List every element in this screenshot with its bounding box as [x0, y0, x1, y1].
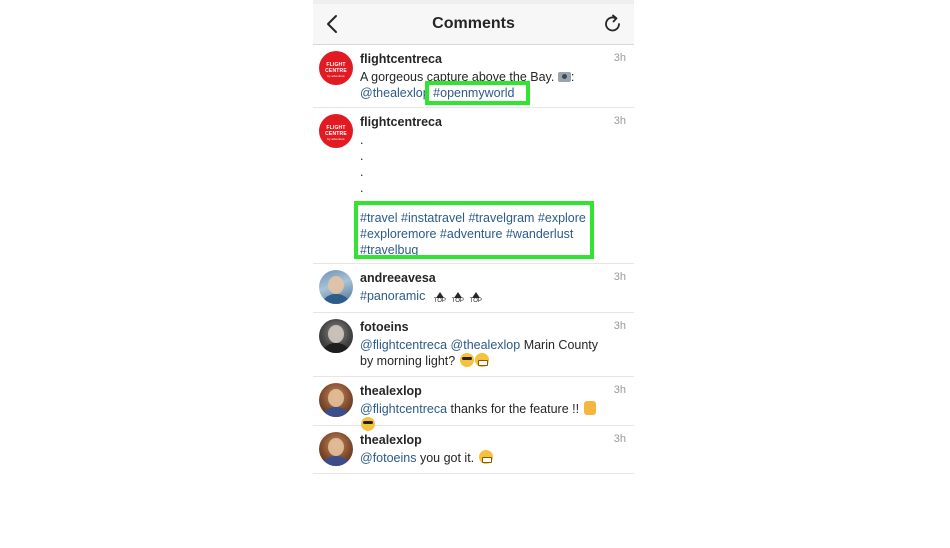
grimacing-emoji-icon [474, 353, 489, 367]
avatar[interactable]: FLIGHT CENTRE by adventure [319, 51, 353, 85]
comment-text: . . . . #travel #instatravel #travelgram… [360, 132, 610, 258]
avatar-face [328, 389, 344, 407]
comment-text-body: you got it. [416, 451, 478, 465]
avatar-logo-subtext: by adventure [327, 74, 345, 78]
hashtag-link[interactable]: #travel [360, 211, 398, 225]
comment-body: flightcentreca . . . . #travel #instatra… [360, 114, 610, 258]
comment-item: thealexlop @flightcentreca thanks for th… [313, 377, 634, 431]
comment-timestamp: 3h [613, 320, 626, 332]
avatar-face [328, 325, 344, 343]
thumbs-up-emoji-icon [583, 401, 596, 415]
comment-text-suffix: : [570, 70, 575, 84]
hashtag-link[interactable]: #travelgram [468, 211, 534, 225]
avatar-shoulders [321, 456, 351, 466]
mention-link[interactable]: @flightcentreca [360, 402, 447, 416]
comment-username[interactable]: andreeavesa [360, 270, 610, 286]
dot-line: . [360, 149, 364, 163]
avatar[interactable] [319, 319, 353, 353]
comment-body: flightcentreca A gorgeous capture above … [360, 51, 610, 101]
comment-body: thealexlop @fotoeins you got it. [360, 432, 610, 466]
mention-link[interactable]: @flightcentreca [360, 338, 447, 352]
comment-timestamp: 3h [613, 52, 626, 64]
avatar-logo-subtext: by adventure [327, 137, 345, 141]
phone-screen: Comments FLIGHT CENTRE by adventure flig… [313, 0, 634, 548]
navigation-bar: Comments [313, 4, 634, 45]
avatar-shoulders [321, 407, 351, 417]
hashtag-link[interactable]: #panoramic [360, 289, 425, 303]
top-arrow-icon: TOP [433, 292, 447, 304]
mention-link[interactable]: @fotoeins [360, 451, 416, 465]
screenshot-stage: Comments FLIGHT CENTRE by adventure flig… [0, 0, 950, 548]
comment-list: FLIGHT CENTRE by adventure flightcentrec… [313, 45, 634, 474]
comment-username[interactable]: thealexlop [360, 432, 610, 448]
avatar[interactable] [319, 270, 353, 304]
mention-link[interactable]: @thealexlop [360, 86, 430, 100]
comment-item: thealexlop @fotoeins you got it. 3h [313, 426, 634, 474]
avatar[interactable] [319, 432, 353, 466]
comment-username[interactable]: fotoeins [360, 319, 610, 335]
comment-body: andreeavesa #panoramic TOP TOP TOP [360, 270, 610, 304]
hashtag-link[interactable]: #travelbug [360, 243, 418, 257]
dot-line: . [360, 165, 364, 179]
comment-item: FLIGHT CENTRE by adventure flightcentrec… [313, 45, 634, 108]
camera-emoji-icon [557, 72, 571, 82]
hashtag-link[interactable]: #instatravel [401, 211, 465, 225]
comment-item: fotoeins @flightcentreca @thealexlop Mar… [313, 313, 634, 377]
avatar[interactable]: FLIGHT CENTRE by adventure [319, 114, 353, 148]
grimacing-emoji-icon [478, 450, 493, 464]
mention-link[interactable]: @thealexlop [451, 338, 521, 352]
comment-timestamp: 3h [613, 115, 626, 127]
refresh-icon[interactable] [602, 13, 624, 35]
avatar-shoulders [321, 343, 351, 353]
comment-text-prefix: A gorgeous capture above the Bay. [360, 70, 558, 84]
top-arrow-icon: TOP [469, 292, 483, 304]
dot-line: . [360, 181, 364, 195]
hashtag-link[interactable]: #adventure [440, 227, 503, 241]
avatar-face [328, 438, 344, 456]
comment-text: @fotoeins you got it. [360, 450, 610, 466]
comment-username[interactable]: flightcentreca [360, 51, 610, 67]
comment-text: A gorgeous capture above the Bay. : @the… [360, 69, 610, 101]
comment-username[interactable]: thealexlop [360, 383, 610, 399]
hashtag-link[interactable]: #openmyworld [433, 86, 514, 100]
sunglasses-emoji-icon [459, 353, 474, 367]
comment-text: #panoramic TOP TOP TOP [360, 288, 610, 304]
comment-timestamp: 3h [613, 384, 626, 396]
avatar-face [328, 276, 344, 294]
top-arrow-icon: TOP [451, 292, 465, 304]
avatar-shoulders [321, 294, 351, 304]
hashtag-block: #travel #instatravel #travelgram #explor… [360, 210, 610, 258]
comment-text: @flightcentreca @thealexlop Marin County… [360, 337, 610, 369]
dot-line: . [360, 133, 364, 147]
comment-body: fotoeins @flightcentreca @thealexlop Mar… [360, 319, 610, 369]
comment-timestamp: 3h [613, 271, 626, 283]
comment-username[interactable]: flightcentreca [360, 114, 610, 130]
page-title: Comments [432, 15, 515, 32]
hashtag-link[interactable]: #exploremore [360, 227, 436, 241]
avatar[interactable] [319, 383, 353, 417]
comment-text-body: thanks for the feature !! [447, 402, 583, 416]
comment-timestamp: 3h [613, 433, 626, 445]
hashtag-link[interactable]: #explore [538, 211, 586, 225]
hashtag-link[interactable]: #wanderlust [506, 227, 573, 241]
comment-item: andreeavesa #panoramic TOP TOP TOP 3h [313, 264, 634, 313]
comment-item: FLIGHT CENTRE by adventure flightcentrec… [313, 108, 634, 264]
